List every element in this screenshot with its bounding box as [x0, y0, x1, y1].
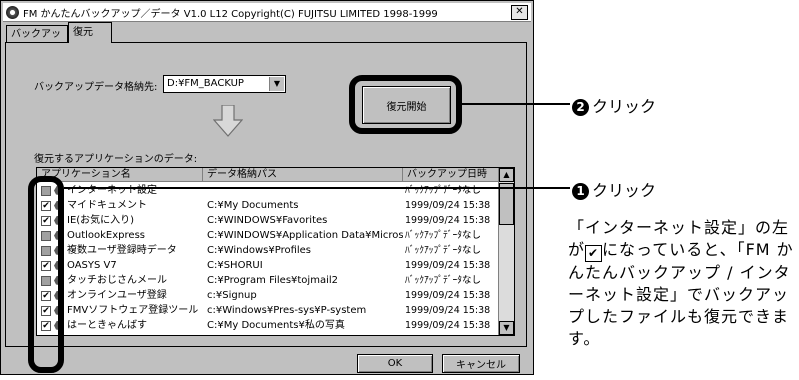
tab-restore[interactable]: 復元 — [68, 22, 112, 43]
step1-number: 1 — [572, 183, 589, 200]
step1-description: 「インターネット設定」の左が ✔ になっていると、「FM かんたんバックアップ / … — [568, 217, 798, 350]
description-after: になっていると、「FM かんたんバックアップ / インターネット設定」でバックア… — [568, 240, 794, 348]
step2-number: 2 — [572, 99, 589, 116]
step2-annotation: 2 クリック — [572, 93, 656, 117]
checkmark-icon: ✔ — [585, 245, 603, 262]
step2-text: クリック — [592, 97, 657, 116]
step1-text: クリック — [592, 181, 657, 200]
step1-annotation: 1 クリック — [572, 177, 656, 201]
